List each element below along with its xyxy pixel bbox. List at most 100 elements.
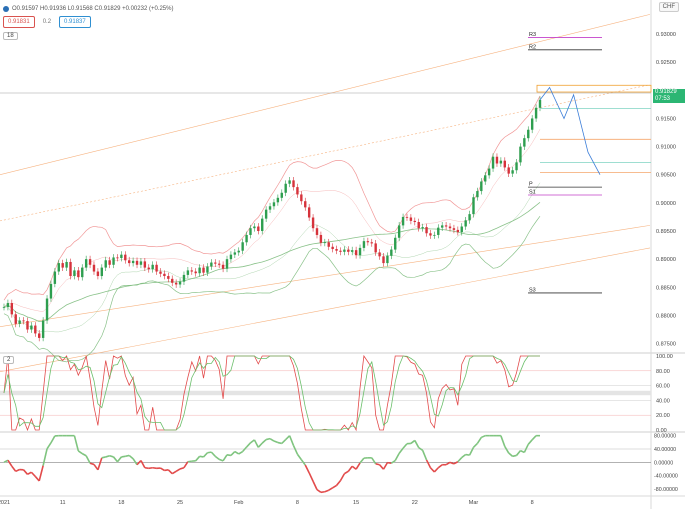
momentum-segment	[437, 464, 443, 469]
moving-average-badges: 0.91831 0.2 0.91837	[3, 16, 91, 28]
momentum-segment	[269, 437, 275, 442]
candle-body	[198, 267, 201, 274]
indicator-main-tag[interactable]: 18	[3, 32, 18, 40]
momentum-segment	[253, 439, 260, 448]
pivot-level-label: P	[529, 182, 533, 188]
candle-body	[131, 260, 135, 264]
momentum-segment	[515, 450, 522, 456]
time-tick-label: 25	[177, 500, 183, 506]
momentum-segment	[414, 440, 420, 449]
momentum-segment	[144, 466, 149, 470]
momentum-segment	[77, 450, 83, 455]
momentum-segment	[42, 448, 48, 466]
momentum-segment	[22, 469, 29, 475]
chart-canvas[interactable]: 0.930000.925000.920000.915000.910000.905…	[0, 0, 685, 509]
candle-body	[354, 250, 358, 256]
momentum-segment	[207, 451, 212, 454]
momentum-segment	[136, 459, 142, 466]
candle-body	[41, 320, 45, 338]
candle-body	[241, 242, 244, 251]
candle-body	[421, 227, 424, 229]
candle-body	[452, 228, 456, 230]
candle-body	[30, 325, 33, 330]
candle-body	[390, 249, 393, 256]
momentum-segment	[81, 452, 87, 457]
candle-body	[57, 263, 60, 272]
candle-body	[284, 183, 287, 193]
momentum-segment	[273, 440, 279, 444]
momentum-segment	[101, 456, 106, 459]
candle-body	[206, 266, 209, 273]
price-tick-label: 0.90000	[656, 201, 676, 207]
momentum-segment	[355, 462, 361, 470]
candle-body	[124, 254, 127, 261]
momentum-segment	[527, 439, 533, 445]
candle-body	[405, 216, 409, 218]
candle-body	[229, 254, 233, 260]
candle-body	[249, 228, 252, 235]
indicator-stoch-tag[interactable]: 2	[3, 356, 15, 364]
momentum-segment	[461, 453, 467, 459]
candle-body	[225, 259, 229, 269]
candle-body	[511, 170, 514, 174]
momentum-tick-label: 0.00000	[654, 460, 673, 466]
price-tick-label: 0.91000	[656, 145, 676, 151]
candle-body	[296, 187, 299, 195]
candle-body	[261, 218, 264, 232]
ma2-badge[interactable]: 0.91837	[59, 16, 91, 28]
candle-body	[147, 267, 150, 270]
candle-body	[182, 274, 186, 282]
candle-body	[307, 207, 311, 218]
candle-body	[288, 180, 291, 184]
candle-body	[88, 259, 92, 265]
ma1-badge[interactable]: 0.91831	[3, 16, 35, 28]
momentum-segment	[7, 459, 13, 467]
candle-body	[127, 260, 131, 264]
candle-body	[38, 333, 41, 338]
momentum-segment	[512, 454, 517, 458]
time-tick-label: 15	[353, 500, 359, 506]
momentum-segment	[261, 438, 267, 444]
stoch-tick-label: 40.00	[656, 398, 670, 404]
candle-body	[257, 226, 260, 232]
candle-body	[319, 234, 323, 243]
candle-body	[14, 314, 17, 324]
candle-body	[84, 259, 88, 268]
candle-body	[194, 271, 197, 274]
momentum-tick-label: 40.00000	[654, 447, 676, 453]
candle-body	[460, 226, 463, 233]
candle-body	[77, 270, 80, 278]
stoch-tick-label: 20.00	[656, 413, 670, 419]
momentum-segment	[199, 455, 204, 458]
candle-body	[120, 254, 123, 259]
candle-body	[151, 264, 154, 270]
candle-body	[73, 270, 76, 277]
candle-body	[519, 146, 522, 163]
candle-body	[394, 237, 397, 250]
momentum-segment	[179, 466, 185, 470]
momentum-segment	[89, 462, 95, 466]
candle-body	[6, 303, 10, 307]
momentum-segment	[245, 442, 252, 448]
candle-body	[464, 220, 467, 227]
candle-body	[480, 181, 483, 192]
momentum-segment	[421, 450, 428, 461]
candle-body	[178, 281, 182, 285]
time-tick-label: 8	[296, 500, 299, 506]
momentum-segment	[195, 455, 201, 462]
momentum-segment	[320, 490, 325, 494]
price-tick-label: 0.91500	[656, 116, 676, 122]
candle-body	[437, 227, 440, 235]
candle-body	[92, 264, 96, 272]
stoch-tick-label: 60.00	[656, 384, 670, 390]
momentum-segment	[316, 488, 322, 493]
candle-body	[382, 256, 385, 264]
candle-body	[18, 320, 21, 324]
candle-body	[217, 263, 221, 265]
momentum-segment	[164, 469, 169, 472]
momentum-segment	[210, 451, 216, 457]
candle-body	[374, 243, 377, 253]
momentum-segment	[375, 463, 380, 466]
candle-body	[2, 306, 6, 308]
candle-body	[429, 233, 432, 236]
